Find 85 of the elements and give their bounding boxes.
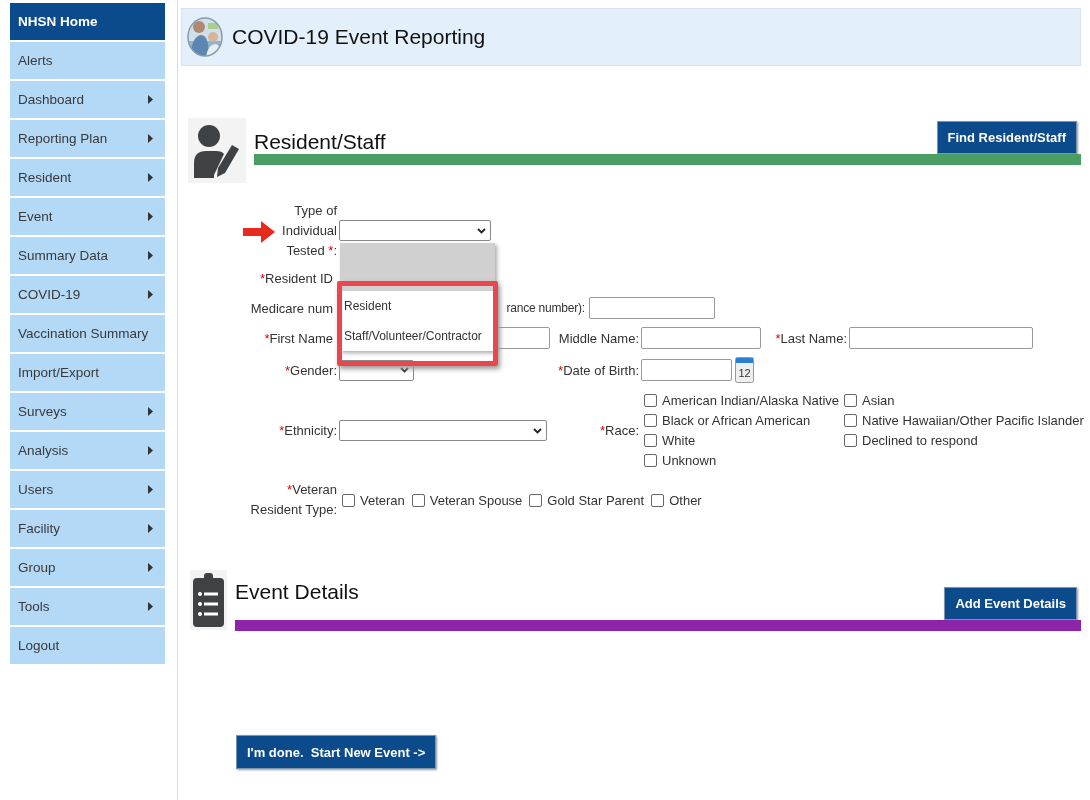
field-label: *Resident ID (260, 270, 333, 286)
start-new-event-button[interactable]: I'm done. Start New Event -> (236, 735, 437, 769)
sidebar-item[interactable]: COVID-19 (10, 276, 165, 313)
page-title: COVID-19 Event Reporting (232, 25, 486, 49)
section-title: Resident/Staff (254, 130, 386, 154)
caret-icon (148, 95, 153, 104)
checkbox-label: Asian (862, 393, 895, 408)
medicare-input[interactable] (589, 297, 715, 319)
checkbox-label: American Indian/Alaska Native (662, 393, 840, 408)
checkbox-label: Other (669, 492, 702, 508)
field-label: *Date of Birth: (558, 362, 639, 378)
checkbox[interactable] (644, 454, 657, 467)
date-input[interactable] (641, 359, 732, 381)
sidebar-item[interactable]: Dashboard (10, 81, 165, 118)
ethnicity-select[interactable] (339, 420, 547, 441)
caret-icon (148, 212, 153, 221)
checkbox[interactable] (844, 434, 857, 447)
caret-icon (148, 134, 153, 143)
dropdown-option[interactable]: Staff/Volunteer/Contractor (340, 321, 495, 351)
field-label: *First Name (264, 330, 333, 346)
field-label: *Last Name: (775, 330, 847, 346)
checkbox[interactable] (411, 493, 425, 507)
field-label: Medicare num (250, 300, 333, 316)
arrow-icon (243, 221, 275, 243)
caret-icon (148, 602, 153, 611)
checkbox-label: Native Hawaiian/Other Pacific Islander (862, 413, 1084, 428)
checkbox-label: Veteran Spouse (429, 492, 523, 508)
type-select[interactable] (339, 220, 491, 241)
checkbox[interactable] (529, 493, 543, 507)
caret-icon (148, 524, 153, 533)
field-label: *Ethnicity: (279, 423, 337, 438)
sidebar-item[interactable]: Facility (10, 510, 165, 547)
sidebar-item[interactable]: Reporting Plan (10, 120, 165, 157)
checkbox[interactable] (644, 434, 657, 447)
sidebar-item[interactable]: Analysis (10, 432, 165, 469)
field-label: *Race: (599, 423, 639, 438)
checkbox[interactable] (644, 394, 657, 407)
caret-icon (148, 251, 153, 260)
checkbox-label: White (662, 433, 696, 448)
add-event-details-button[interactable]: Add Event Details (944, 587, 1077, 620)
field-label: rance number): (506, 301, 585, 315)
field-label: *Veteran Resident Type: (249, 481, 338, 519)
last-name-input[interactable] (849, 327, 1033, 349)
sidebar-item[interactable]: Surveys (10, 393, 165, 430)
sidebar-item[interactable]: Event (10, 198, 165, 235)
checkbox-label: Veteran (360, 492, 405, 508)
caret-icon (148, 563, 153, 572)
field-label: *Gender: (284, 362, 337, 378)
sidebar-item[interactable]: Logout (10, 627, 165, 664)
calendar-icon[interactable]: 12 (735, 357, 754, 383)
first-name-input[interactable] (495, 327, 550, 349)
sidebar-item[interactable]: Import/Export (10, 354, 165, 391)
caret-icon (148, 173, 153, 182)
section-title: Event Details (235, 580, 359, 604)
find-resident-button[interactable]: Find Resident/Staff (936, 121, 1077, 154)
sidebar-item[interactable]: Resident (10, 159, 165, 196)
clipboard-list-icon (192, 572, 225, 628)
user-edit-icon (192, 123, 242, 178)
checkbox-label: Gold Star Parent (547, 492, 645, 508)
middle-name-input[interactable] (641, 327, 761, 349)
caret-icon (148, 485, 153, 494)
sidebar-item[interactable]: Group (10, 549, 165, 586)
checkbox[interactable] (651, 493, 665, 507)
caret-icon (148, 407, 153, 416)
checkbox[interactable] (644, 414, 657, 427)
dropdown-option[interactable]: Resident (340, 291, 495, 321)
sidebar-item[interactable]: Alerts (10, 42, 165, 79)
chevron-down-icon (400, 367, 409, 373)
field-label: Type of Individual Tested *: (282, 202, 337, 260)
sidebar-item[interactable]: Summary Data (10, 237, 165, 274)
checkbox[interactable] (844, 414, 857, 427)
field-label: Middle Name: (558, 330, 639, 346)
checkbox-label: Black or African American (662, 413, 811, 428)
caret-icon (148, 446, 153, 455)
checkbox[interactable] (342, 493, 355, 507)
chevron-down-icon (477, 227, 486, 234)
checkbox-label: Unknown (662, 453, 717, 468)
checkbox-label: Declined to respond (862, 433, 978, 448)
caret-icon (148, 290, 153, 299)
sidebar-item[interactable]: Tools (10, 588, 165, 625)
chevron-down-icon (533, 427, 542, 434)
sidebar-item[interactable]: NHSN Home (10, 3, 165, 40)
sidebar-item[interactable]: Vaccination Summary (10, 315, 165, 352)
checkbox[interactable] (844, 394, 857, 407)
sidebar-item[interactable]: Users (10, 471, 165, 508)
